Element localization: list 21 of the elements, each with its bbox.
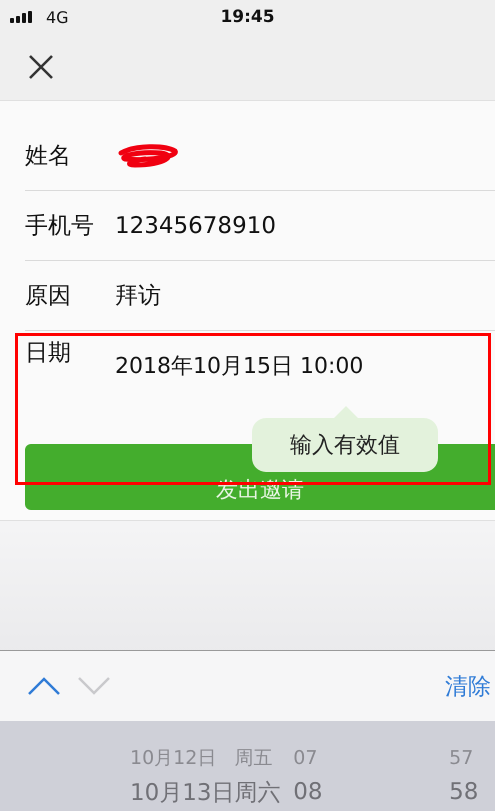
picker-option[interactable]: 08 <box>293 779 450 805</box>
up-chevron-icon[interactable] <box>26 675 62 697</box>
signal-icon <box>10 11 34 23</box>
input-field[interactable]: 2018年10月15日 10:00 <box>115 337 364 381</box>
picker-option[interactable]: 58 <box>449 779 495 805</box>
picker-option[interactable]: 07 <box>293 747 450 769</box>
picker-option[interactable]: 10月12日 <box>130 745 235 771</box>
input-field[interactable]: 拜访 <box>115 280 161 311</box>
picker-option[interactable]: 10月13日 <box>130 776 235 808</box>
field-label: 姓名 <box>25 142 72 171</box>
picker-option[interactable]: 周六 <box>234 776 294 808</box>
picker-option[interactable]: 57 <box>449 747 495 769</box>
field-label: 日期 <box>25 339 72 368</box>
clear-button[interactable]: 清除 <box>445 670 495 702</box>
network-type: 4G <box>46 8 69 26</box>
input-field[interactable]: 12345678910 <box>115 212 276 238</box>
field-label: 手机号 <box>25 212 95 241</box>
field-label: 原因 <box>25 282 72 311</box>
close-icon[interactable] <box>28 54 54 80</box>
picker-option[interactable]: 周五 <box>234 745 294 771</box>
status-time: 19:45 <box>219 7 276 27</box>
